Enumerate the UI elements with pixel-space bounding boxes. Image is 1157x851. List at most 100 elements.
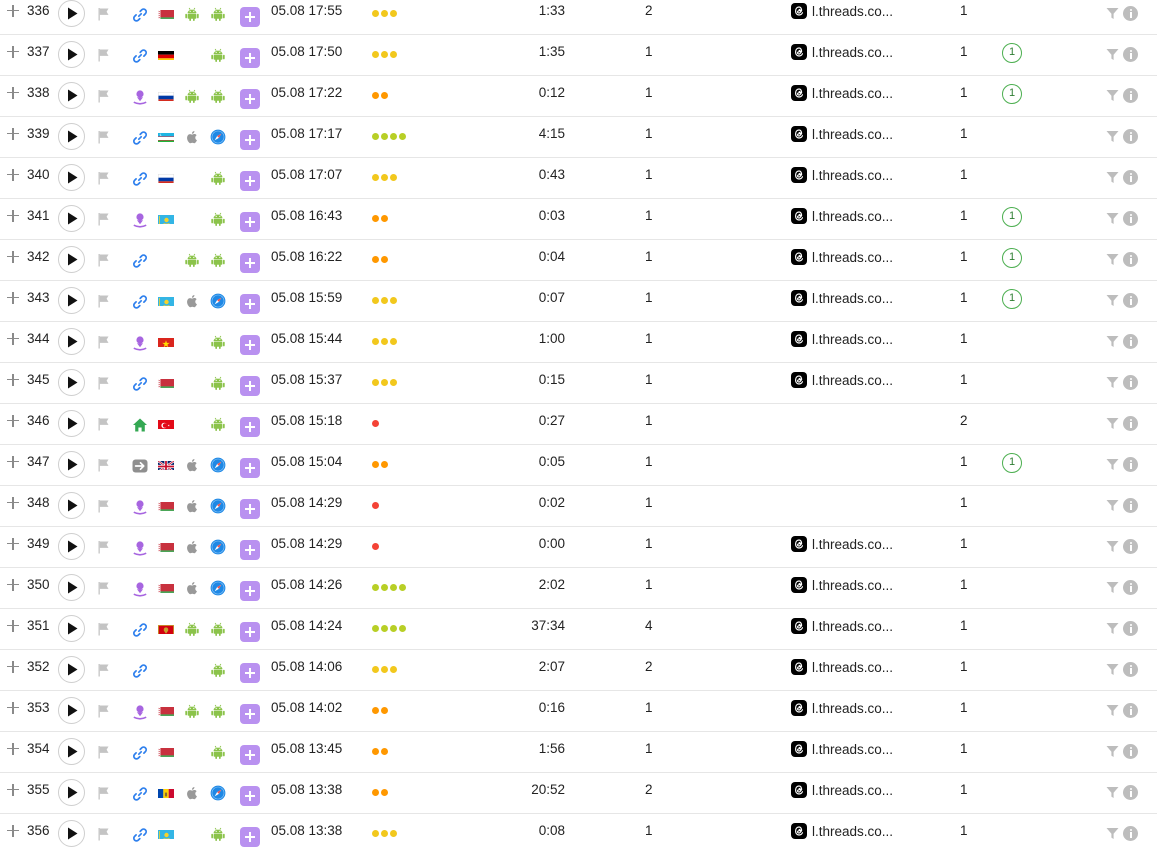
info-icon[interactable] — [1123, 621, 1138, 636]
flag-icon[interactable] — [97, 335, 111, 354]
filter-icon[interactable] — [1106, 417, 1119, 435]
info-icon[interactable] — [1123, 703, 1138, 718]
table-row[interactable]: 338 05.08 17:22 0:12 1 l.threads.co... 1 1 — [0, 76, 1157, 117]
referrer-link[interactable]: l.threads.co... — [791, 330, 893, 348]
flag-icon[interactable] — [97, 663, 111, 682]
play-button[interactable] — [58, 123, 85, 150]
flag-icon[interactable] — [97, 540, 111, 559]
table-row[interactable]: 341 05.08 16:43 0:03 1 l.threads.co... 1 1 — [0, 199, 1157, 240]
referrer-link[interactable]: l.threads.co... — [791, 248, 893, 266]
play-button[interactable] — [58, 205, 85, 232]
table-row[interactable]: 342 05.08 16:22 0:04 1 l.threads.co... 1 1 — [0, 240, 1157, 281]
flag-icon[interactable] — [97, 376, 111, 395]
filter-icon[interactable] — [1106, 458, 1119, 476]
plus-icon[interactable] — [7, 87, 19, 99]
filter-icon[interactable] — [1106, 253, 1119, 271]
filter-icon[interactable] — [1106, 622, 1119, 640]
play-button[interactable] — [58, 41, 85, 68]
flag-icon[interactable] — [97, 89, 111, 108]
plus-icon[interactable] — [7, 210, 19, 222]
flag-icon[interactable] — [97, 704, 111, 723]
referrer-link[interactable]: l.threads.co... — [791, 617, 893, 635]
play-button[interactable] — [58, 656, 85, 683]
info-icon[interactable] — [1123, 539, 1138, 554]
info-icon[interactable] — [1123, 662, 1138, 677]
filter-icon[interactable] — [1106, 376, 1119, 394]
table-row[interactable]: 351 05.08 14:24 37:34 4 l.threads.co... 1 — [0, 609, 1157, 650]
table-row[interactable]: 337 05.08 17:50 1:35 1 l.threads.co... 1 1 — [0, 35, 1157, 76]
plus-icon[interactable] — [7, 661, 19, 673]
play-button[interactable] — [58, 246, 85, 273]
flag-icon[interactable] — [97, 827, 111, 846]
referrer-link[interactable]: l.threads.co... — [791, 289, 893, 307]
referrer-link[interactable]: l.threads.co... — [791, 535, 893, 553]
plus-icon[interactable] — [7, 128, 19, 140]
filter-icon[interactable] — [1106, 7, 1119, 25]
play-button[interactable] — [58, 328, 85, 355]
referrer-link[interactable]: l.threads.co... — [791, 658, 893, 676]
plus-icon[interactable] — [7, 169, 19, 181]
table-row[interactable]: 355 05.08 13:38 20:52 2 l.threads.co... 1 — [0, 773, 1157, 814]
plus-icon[interactable] — [7, 497, 19, 509]
referrer-link[interactable]: l.threads.co... — [791, 84, 893, 102]
flag-icon[interactable] — [97, 622, 111, 641]
info-icon[interactable] — [1123, 416, 1138, 431]
table-row[interactable]: 349 05.08 14:29 0:00 1 l.threads.co... 1 — [0, 527, 1157, 568]
add-icon[interactable] — [240, 335, 260, 355]
referrer-link[interactable]: l.threads.co... — [791, 699, 893, 717]
add-icon[interactable] — [240, 458, 260, 478]
plus-icon[interactable] — [7, 374, 19, 386]
add-icon[interactable] — [240, 130, 260, 150]
info-icon[interactable] — [1123, 498, 1138, 513]
add-icon[interactable] — [240, 704, 260, 724]
flag-icon[interactable] — [97, 417, 111, 436]
play-button[interactable] — [58, 697, 85, 724]
filter-icon[interactable] — [1106, 745, 1119, 763]
add-icon[interactable] — [240, 294, 260, 314]
filter-icon[interactable] — [1106, 294, 1119, 312]
info-icon[interactable] — [1123, 826, 1138, 841]
play-button[interactable] — [58, 82, 85, 109]
table-row[interactable]: 336 05.08 17:55 1:33 2 l.threads.co... 1 — [0, 0, 1157, 35]
play-button[interactable] — [58, 779, 85, 806]
play-button[interactable] — [58, 0, 85, 27]
info-icon[interactable] — [1123, 47, 1138, 62]
play-button[interactable] — [58, 820, 85, 847]
referrer-link[interactable]: l.threads.co... — [791, 43, 893, 61]
filter-icon[interactable] — [1106, 827, 1119, 845]
add-icon[interactable] — [240, 622, 260, 642]
goal-badge[interactable]: 1 — [1002, 453, 1022, 473]
flag-icon[interactable] — [97, 130, 111, 149]
goal-badge[interactable]: 1 — [1002, 289, 1022, 309]
add-icon[interactable] — [240, 417, 260, 437]
filter-icon[interactable] — [1106, 130, 1119, 148]
add-icon[interactable] — [240, 212, 260, 232]
add-icon[interactable] — [240, 171, 260, 191]
table-row[interactable]: 354 05.08 13:45 1:56 1 l.threads.co... 1 — [0, 732, 1157, 773]
plus-icon[interactable] — [7, 333, 19, 345]
add-icon[interactable] — [240, 89, 260, 109]
add-icon[interactable] — [240, 663, 260, 683]
table-row[interactable]: 344 05.08 15:44 1:00 1 l.threads.co... 1 — [0, 322, 1157, 363]
referrer-link[interactable]: l.threads.co... — [791, 125, 893, 143]
info-icon[interactable] — [1123, 375, 1138, 390]
flag-icon[interactable] — [97, 7, 111, 26]
table-row[interactable]: 339 05.08 17:17 4:15 1 l.threads.co... 1 — [0, 117, 1157, 158]
add-icon[interactable] — [240, 499, 260, 519]
info-icon[interactable] — [1123, 744, 1138, 759]
referrer-link[interactable]: l.threads.co... — [791, 166, 893, 184]
filter-icon[interactable] — [1106, 663, 1119, 681]
info-icon[interactable] — [1123, 6, 1138, 21]
table-row[interactable]: 350 05.08 14:26 2:02 1 l.threads.co... 1 — [0, 568, 1157, 609]
add-icon[interactable] — [240, 7, 260, 27]
add-icon[interactable] — [240, 786, 260, 806]
table-row[interactable]: 343 05.08 15:59 0:07 1 l.threads.co... 1 1 — [0, 281, 1157, 322]
referrer-link[interactable]: l.threads.co... — [791, 781, 893, 799]
referrer-link[interactable]: l.threads.co... — [791, 576, 893, 594]
info-icon[interactable] — [1123, 334, 1138, 349]
referrer-link[interactable]: l.threads.co... — [791, 371, 893, 389]
flag-icon[interactable] — [97, 294, 111, 313]
add-icon[interactable] — [240, 745, 260, 765]
info-icon[interactable] — [1123, 785, 1138, 800]
filter-icon[interactable] — [1106, 212, 1119, 230]
